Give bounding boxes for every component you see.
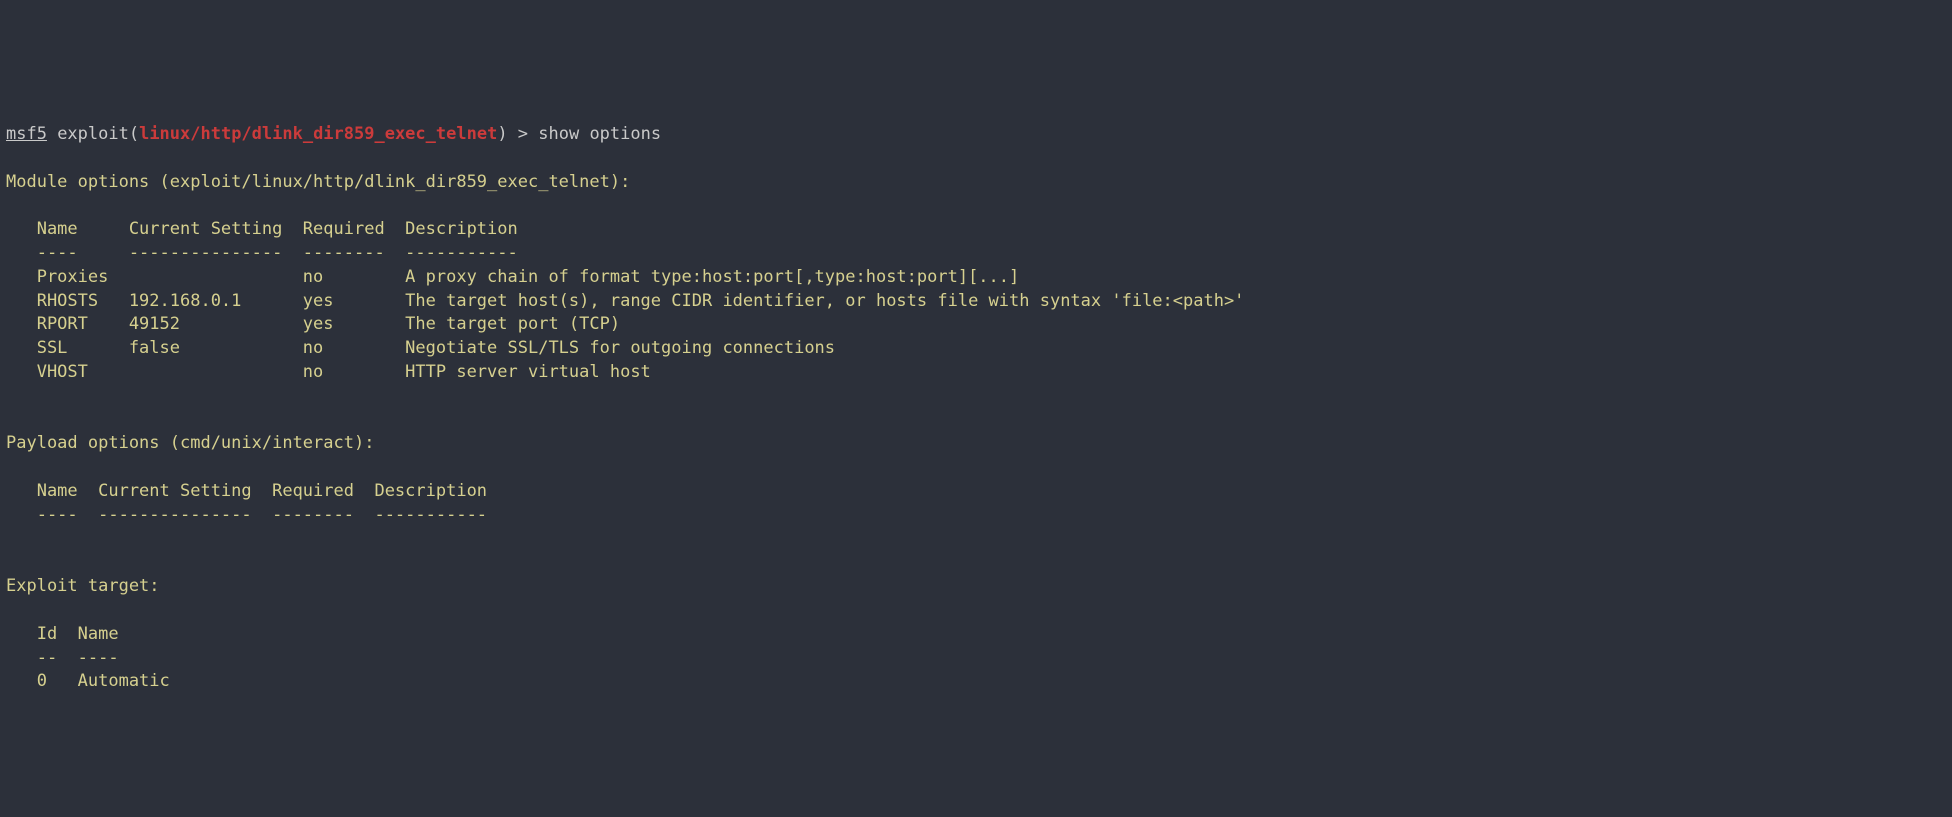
- module-row-rhosts: RHOSTS 192.168.0.1 yes The target host(s…: [6, 291, 1244, 311]
- module-row-vhost: VHOST no HTTP server virtual host: [6, 362, 651, 382]
- exploit-target-header: Exploit target:: [6, 576, 160, 596]
- target-table-divider: -- ----: [6, 648, 119, 668]
- payload-table-header: Name Current Setting Required Descriptio…: [6, 481, 487, 501]
- target-table-header: Id Name: [6, 624, 119, 644]
- module-row-proxies: Proxies no A proxy chain of format type:…: [6, 267, 1019, 287]
- module-table-header: Name Current Setting Required Descriptio…: [6, 219, 518, 239]
- prompt-module-path: linux/http/dlink_dir859_exec_telnet: [139, 124, 497, 144]
- payload-table-divider: ---- --------------- -------- ----------…: [6, 505, 487, 525]
- module-row-rport: RPORT 49152 yes The target port (TCP): [6, 314, 620, 334]
- target-row-0: 0 Automatic: [6, 671, 170, 691]
- payload-options-header: Payload options (cmd/unix/interact):: [6, 433, 374, 453]
- module-options-header: Module options (exploit/linux/http/dlink…: [6, 172, 630, 192]
- prompt-exploit-word: exploit(: [47, 124, 139, 144]
- prompt-msf: msf5: [6, 124, 47, 144]
- module-table-divider: ---- --------------- -------- ----------…: [6, 243, 518, 263]
- module-row-ssl: SSL false no Negotiate SSL/TLS for outgo…: [6, 338, 835, 358]
- command-input[interactable]: show options: [538, 124, 661, 144]
- terminal-output[interactable]: msf5 exploit(linux/http/dlink_dir859_exe…: [0, 119, 1952, 698]
- prompt-close: ) >: [497, 124, 538, 144]
